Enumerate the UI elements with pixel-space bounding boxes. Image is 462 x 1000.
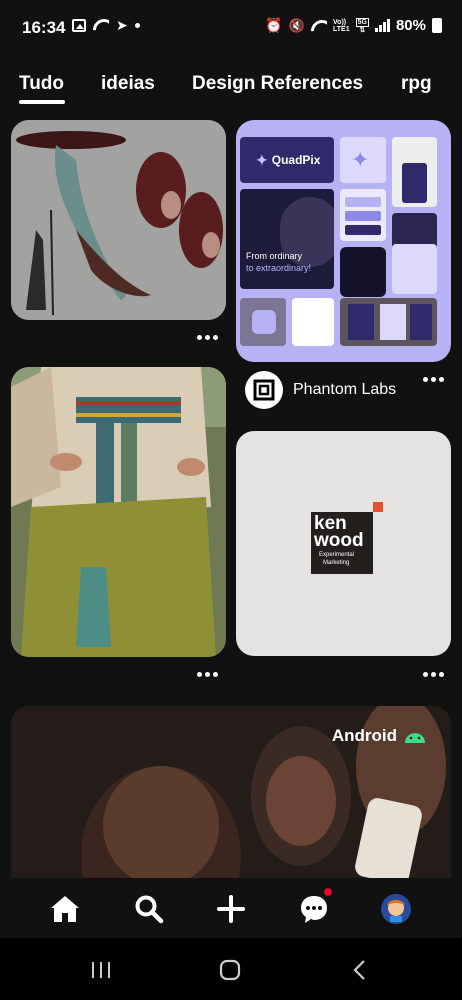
network-type-label: 5G [355,17,369,27]
battery-percent: 80% [395,17,426,34]
creator-name: Phantom Labs [293,381,397,398]
tab-design-references[interactable]: Design References [192,73,363,95]
quadpix-swatches [340,189,386,241]
profile-avatar[interactable] [379,892,413,926]
tab-tudo[interactable]: Tudo [19,73,64,95]
back-icon[interactable] [345,958,375,982]
quadpix-stationery [340,298,437,346]
mute-icon: 🔇 [288,17,306,33]
creator-row[interactable]: Phantom Labs [245,371,396,409]
quadpix-tagline-1: From ordinary [246,251,303,261]
kenwood-line4: Marketing [323,560,350,566]
gallery-icon [72,18,86,32]
quadpix-tagline-2: to extraordinary! [246,263,312,273]
signal-icon [374,19,390,32]
telegram-icon: ➤ [116,17,128,33]
quadpix-lanyard [392,137,437,207]
pin-options-button[interactable] [197,335,218,340]
messages-icon[interactable] [297,888,332,926]
kenwood-logo: ken wood Experimental Marketing [311,512,373,574]
quadpix-pattern [392,244,437,294]
android-branding: Android [332,726,427,746]
board-tabs: Tudo ideias Design References rpg [0,70,462,110]
quadpix-app-icon [240,298,286,346]
volte-label: Vo)) [333,18,347,26]
quadpix-logo-card: ✦ QuadPix [240,137,334,183]
wifi-icon [311,20,327,32]
kenwood-accent-badge [373,502,383,512]
quadpix-stickers [292,298,334,346]
android-brand-label: Android [331,726,397,745]
status-time: 16:34 [22,18,66,37]
creature-art-image [11,120,226,320]
quadpix-phone [340,247,386,297]
medieval-belt-image [11,367,226,657]
pin-medieval-belt[interactable] [11,367,226,657]
tab-rpg[interactable]: rpg [401,73,432,95]
status-bar: 16:34 ➤ ⏰ 🔇 Vo)) LTE1 5G ⇅ 80% [0,0,462,56]
pin-options-button[interactable] [423,377,444,382]
creator-avatar [245,371,283,409]
pin-options-button[interactable] [423,672,444,677]
bottom-nav [0,878,462,938]
home-icon[interactable] [48,892,82,926]
pin-quadpix[interactable]: ✦ QuadPix ✦ From ordinary to extraordina… [236,120,451,362]
quadpix-hero-card: From ordinary to extraordinary! [240,189,334,289]
quadpix-symbol-icon: ✦ [351,147,370,172]
wifi-call-icon [93,19,109,31]
lte-label: LTE1 [333,25,350,33]
pin-android-ad[interactable]: Android [11,706,451,906]
pin-kenwood[interactable]: ken wood Experimental Marketing [236,431,451,656]
alarm-icon: ⏰ [265,17,283,33]
battery-icon [432,18,442,33]
more-notifications-dot [134,22,140,28]
recent-apps-icon[interactable] [86,958,116,982]
notification-dot [324,888,332,896]
phantom-labs-logo-icon [253,379,275,401]
quadpix-icon-tile: ✦ [340,137,386,183]
search-icon[interactable] [132,892,166,926]
quadpix-brand: QuadPix [271,153,321,167]
quadpix-logo-icon: ✦ [256,151,268,168]
home-button-icon[interactable] [215,958,245,982]
pin-creature-art[interactable] [11,120,226,320]
active-tab-indicator [19,100,65,104]
kenwood-line3: Experimental [319,552,355,558]
android-bot-icon [405,733,425,743]
kenwood-line2: wood [314,530,364,551]
pin-options-button[interactable] [197,672,218,677]
tab-ideias[interactable]: ideias [101,73,155,95]
data-arrows-icon: ⇅ [359,26,366,34]
system-nav-bar [0,938,462,1000]
create-icon[interactable] [214,892,248,926]
